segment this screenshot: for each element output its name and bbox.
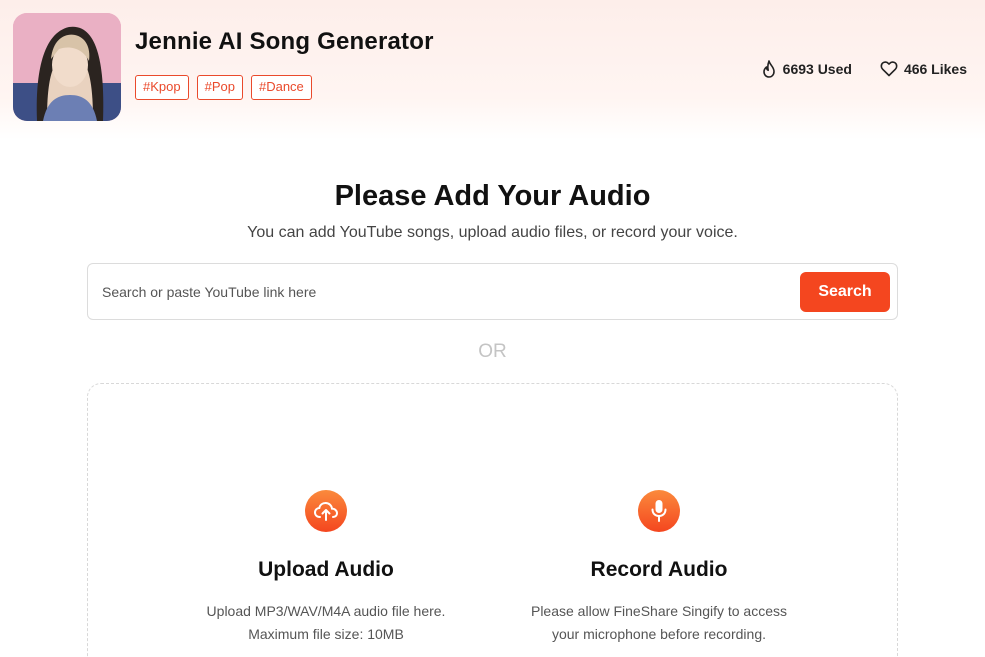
microphone-icon[interactable] [638, 490, 680, 532]
tag-kpop[interactable]: #Kpop [135, 75, 189, 100]
upload-audio-option[interactable]: Upload Audio Upload MP3/WAV/M4A audio fi… [161, 490, 491, 646]
used-count: 6693 Used [761, 60, 852, 78]
tag-pop[interactable]: #Pop [196, 75, 243, 100]
tag-dance[interactable]: #Dance [250, 75, 312, 100]
page-header: Jennie AI Song Generator #Kpop #Pop #Dan… [0, 0, 985, 140]
section-subtitle: You can add YouTube songs, upload audio … [247, 224, 738, 241]
flame-icon [761, 60, 777, 78]
record-audio-desc-line1: Please allow FineShare Singify to access [530, 603, 788, 619]
heart-icon[interactable] [880, 61, 898, 77]
or-divider: OR [478, 341, 507, 362]
upload-audio-desc-line2: Maximum file size: 10MB [248, 626, 404, 642]
stats-bar: 6693 Used 466 Likes [761, 60, 967, 78]
upload-audio-title: Upload Audio [258, 558, 394, 581]
youtube-search-box: Search [87, 263, 898, 320]
page-title: Jennie AI Song Generator [135, 28, 434, 55]
record-audio-option[interactable]: Record Audio Please allow FineShare Sing… [494, 490, 824, 646]
used-count-label: 6693 Used [782, 61, 852, 77]
record-audio-desc: Please allow FineShare Singify to access… [494, 600, 824, 646]
cloud-upload-icon[interactable] [305, 490, 347, 532]
likes-count-label: 466 Likes [903, 61, 967, 77]
search-button[interactable]: Search [800, 272, 890, 312]
upload-audio-desc: Upload MP3/WAV/M4A audio file here. Maxi… [161, 600, 491, 646]
likes-count[interactable]: 466 Likes [880, 61, 967, 77]
record-audio-desc-line2: your microphone before recording. [551, 626, 766, 642]
record-audio-title: Record Audio [590, 558, 728, 581]
section-title: Please Add Your Audio [334, 180, 651, 212]
youtube-search-input[interactable] [102, 278, 792, 306]
upload-audio-desc-line1: Upload MP3/WAV/M4A audio file here. [206, 603, 446, 619]
artist-avatar [13, 13, 121, 121]
tag-list: #Kpop #Pop #Dance [135, 75, 312, 100]
